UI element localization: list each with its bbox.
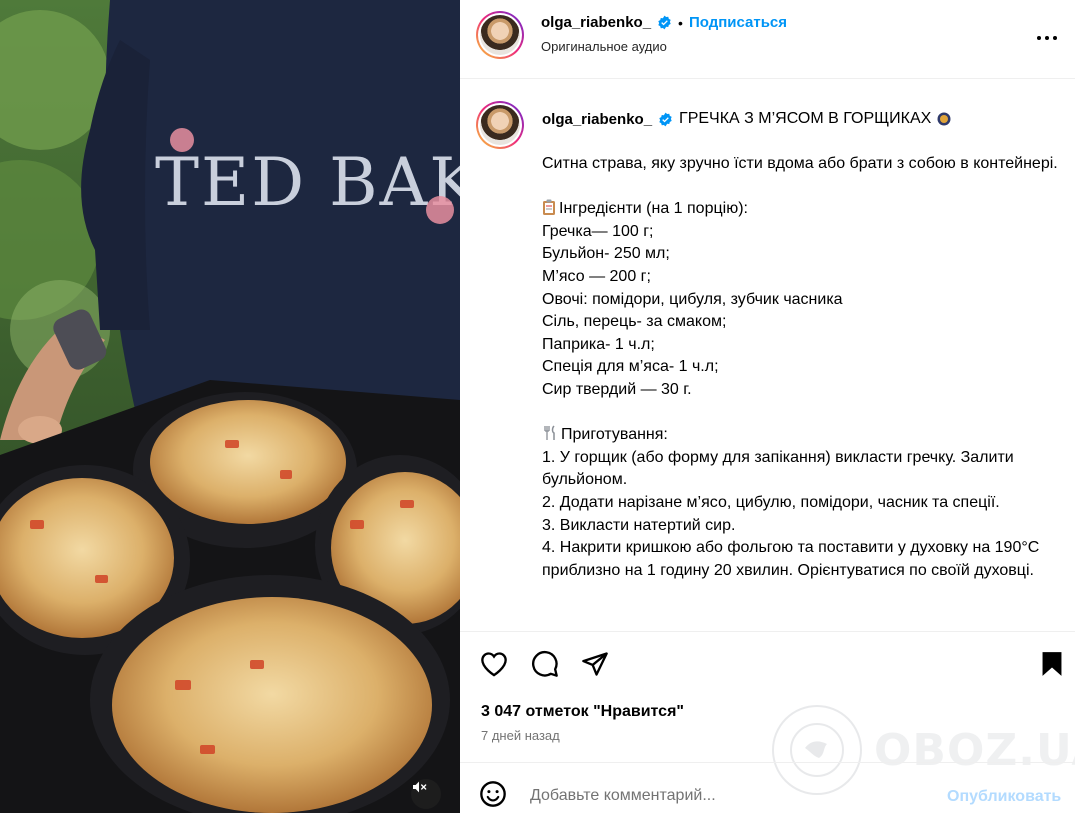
ingredient-item: Сіль, перець- за смаком; xyxy=(542,313,727,331)
heart-icon xyxy=(481,652,507,677)
caption-section: olga_riabenko_ ГРЕЧКА З М’ЯСОМ В ГОРЩИКА… xyxy=(460,80,1075,632)
post-header: olga_riabenko_ • Подписаться Оригинально… xyxy=(460,0,1075,79)
verified-badge-icon xyxy=(658,15,671,30)
speaker-muted-icon xyxy=(413,781,427,793)
step-item: 2. Додати нарізане м’ясо, цибулю, помідо… xyxy=(542,493,1000,511)
action-bar xyxy=(460,648,1075,684)
ingredient-item: Бульйон- 250 мл; xyxy=(542,245,670,263)
publish-button[interactable]: Опубликовать xyxy=(947,788,1061,806)
pot-emoji-icon xyxy=(937,112,951,126)
comment-button[interactable] xyxy=(529,648,561,680)
caption-avatar[interactable] xyxy=(476,101,524,149)
emoji-picker-button[interactable] xyxy=(479,780,509,810)
ingredient-item: Гречка— 100 г; xyxy=(542,222,654,240)
smiley-icon xyxy=(480,781,506,807)
post-timestamp[interactable]: 7 дней назад xyxy=(481,728,560,743)
ingredients-heading-line: Інгредієнти (на 1 порцію): xyxy=(542,198,1067,221)
like-button[interactable] xyxy=(478,648,510,680)
step-item: 1. У горщик (або форму для запікання) ви… xyxy=(542,448,1014,489)
audio-label[interactable]: Оригинальное аудио xyxy=(541,39,667,54)
paper-plane-icon xyxy=(582,652,608,676)
fork-knife-icon xyxy=(544,425,555,441)
step-item: 3. Викласти натертий сир. xyxy=(542,516,736,534)
post-media[interactable]: TED BAKE xyxy=(0,0,460,813)
separator-dot: • xyxy=(678,14,683,31)
save-button[interactable] xyxy=(1036,648,1068,680)
ingredient-item: Овочі: помідори, цибуля, зубчик часника xyxy=(542,290,843,308)
follow-button[interactable]: Подписаться xyxy=(689,14,787,31)
cooking-heading-line: Приготування: xyxy=(542,424,1067,447)
clipboard-icon xyxy=(543,199,555,216)
verified-badge-icon xyxy=(659,112,672,126)
cooking-heading: Приготування: xyxy=(561,426,668,444)
caption-username[interactable]: olga_riabenko_ xyxy=(542,111,652,128)
share-button[interactable] xyxy=(579,648,611,680)
likes-count[interactable]: 3 047 отметок "Нравится" xyxy=(481,703,684,721)
mute-toggle-button[interactable] xyxy=(411,779,441,809)
caption-body: Ситна страва, яку зручно їсти вдома або … xyxy=(542,153,1067,582)
sweater-print: TED BAKE xyxy=(155,144,460,221)
header-username[interactable]: olga_riabenko_ xyxy=(541,14,651,31)
ingredient-item: Сир твердий — 30 г. xyxy=(542,380,692,398)
comment-input[interactable] xyxy=(530,784,930,808)
avatar[interactable] xyxy=(476,11,524,59)
step-item: 4. Накрити кришкою або фольгою та постав… xyxy=(542,539,1040,579)
comment-bar: Опубликовать xyxy=(460,762,1075,813)
post-panel: olga_riabenko_ • Подписаться Оригинально… xyxy=(460,0,1075,813)
ingredients-heading: Інгредієнти (на 1 порцію): xyxy=(559,200,748,218)
caption-title: ГРЕЧКА З М’ЯСОМ В ГОРЩИКАХ xyxy=(679,110,932,127)
food-photo: TED BAKE xyxy=(0,0,460,813)
ingredient-item: Спеція для м’яса- 1 ч.л; xyxy=(542,358,719,376)
bookmark-icon xyxy=(1042,652,1062,676)
ingredient-item: М’ясо — 200 г; xyxy=(542,267,651,285)
more-options-button[interactable] xyxy=(1035,26,1059,50)
more-horizontal-icon xyxy=(1037,36,1057,40)
comment-bubble-icon xyxy=(532,651,558,677)
ingredient-item: Паприка- 1 ч.л; xyxy=(542,335,655,353)
caption-intro: Ситна страва, яку зручно їсти вдома або … xyxy=(542,155,1058,172)
